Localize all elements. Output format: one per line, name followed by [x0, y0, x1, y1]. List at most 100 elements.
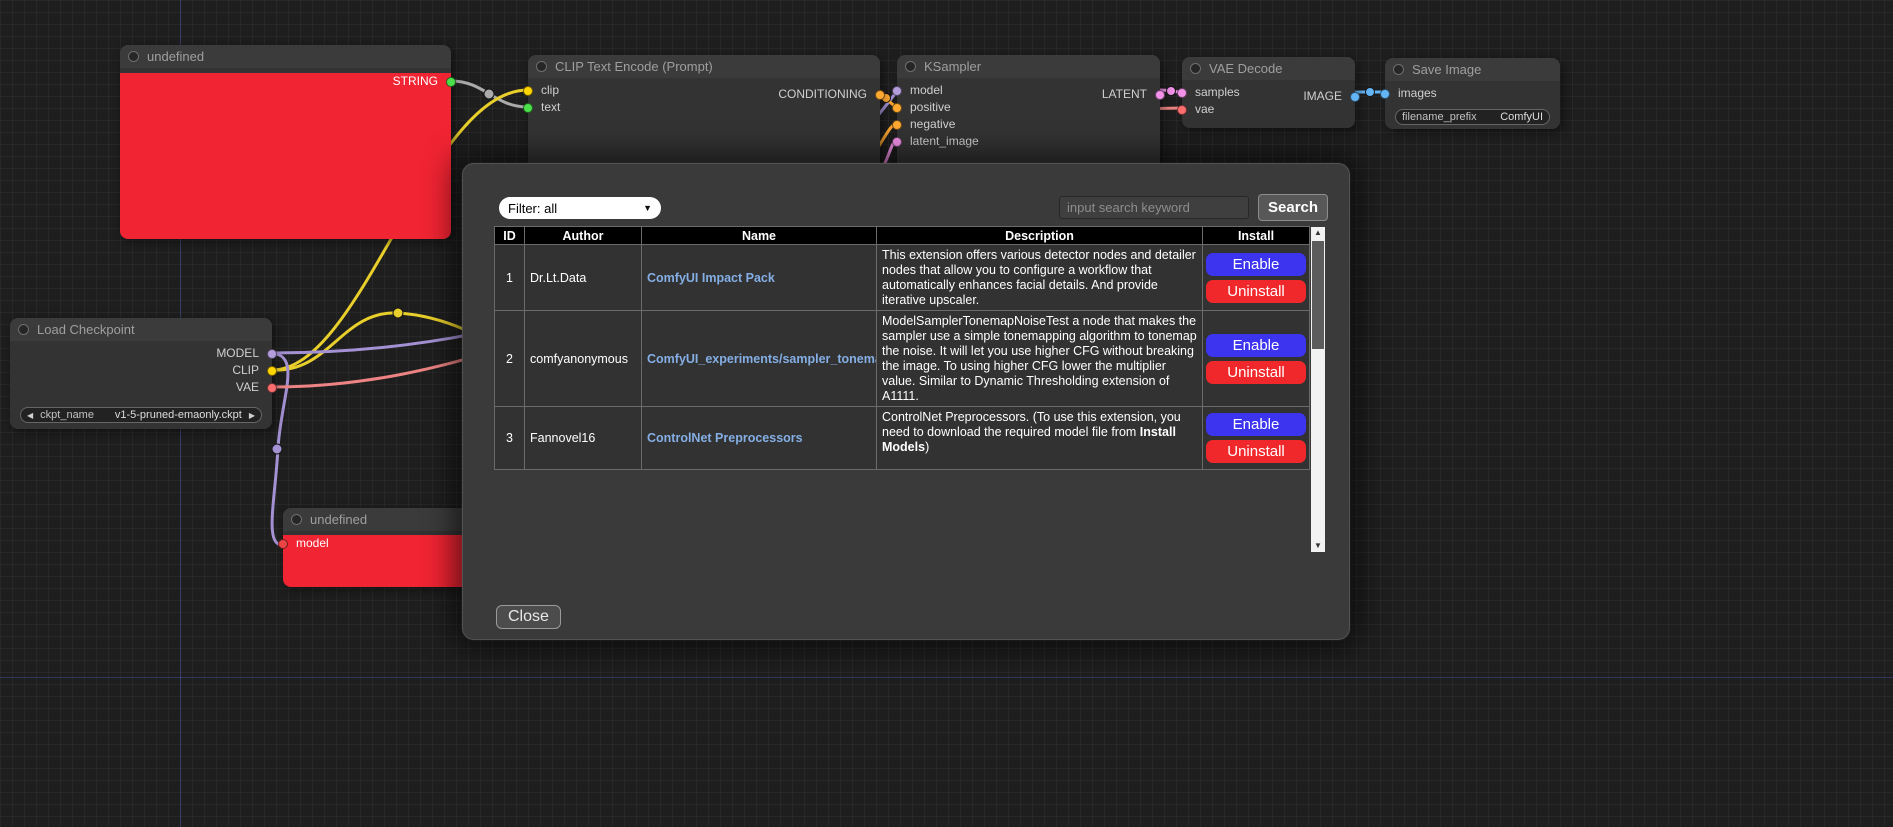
cell-author: Fannovel16 [525, 407, 642, 470]
input-slot-label: text [541, 100, 560, 114]
uninstall-button[interactable]: Uninstall [1206, 440, 1306, 463]
node-undefined-top[interactable]: undefined STRING [120, 45, 451, 239]
input-slot-label: positive [910, 100, 951, 114]
extension-table-header-row: IDAuthorNameDescriptionInstall [495, 227, 1310, 245]
input-dot-latent-image[interactable] [892, 137, 902, 147]
output-dot-vae[interactable] [267, 383, 277, 393]
link-midpoint-dot [1366, 88, 1375, 97]
uninstall-button[interactable]: Uninstall [1206, 361, 1306, 384]
collapse-toggle-icon[interactable] [291, 514, 302, 525]
node-body: images filename_prefix ComfyUI [1385, 85, 1560, 129]
collapse-toggle-icon[interactable] [128, 51, 139, 62]
collapse-toggle-icon[interactable] [18, 324, 29, 335]
node-title-text: undefined [147, 49, 204, 64]
enable-button[interactable]: Enable [1206, 334, 1306, 357]
input-slot-clip: clip [528, 82, 880, 99]
column-header-author: Author [525, 227, 642, 245]
decrement-arrow-icon[interactable]: ◀ [27, 411, 33, 420]
cell-id: 2 [495, 311, 525, 407]
link-midpoint-dot [1167, 87, 1176, 96]
input-slot-label: negative [910, 117, 955, 131]
close-button[interactable]: Close [496, 605, 561, 629]
column-header-install: Install [1203, 227, 1310, 245]
scroll-down-icon[interactable]: ▼ [1311, 540, 1325, 552]
search-button[interactable]: Search [1258, 194, 1328, 221]
cell-description: ModelSamplerTonemapNoiseTest a node that… [877, 311, 1203, 407]
widget-label: filename_prefix [1402, 111, 1477, 123]
cell-author: comfyanonymous [525, 311, 642, 407]
collapse-toggle-icon[interactable] [905, 61, 916, 72]
table-row: 3 Fannovel16 ControlNet Preprocessors Co… [495, 407, 1310, 470]
input-slot-text: text [528, 99, 880, 116]
cell-name: ComfyUI Impact Pack [642, 245, 877, 311]
widget-label: ckpt_name [40, 409, 94, 421]
node-title: undefined [120, 45, 451, 68]
node-vae-decode[interactable]: VAE Decode IMAGE samples vae [1182, 57, 1355, 128]
input-slot-images: images [1385, 85, 1560, 102]
filter-select[interactable]: Filter: all ▼ [499, 197, 661, 219]
table-row: 2 comfyanonymous ComfyUI_experiments/sam… [495, 311, 1310, 407]
collapse-toggle-icon[interactable] [536, 61, 547, 72]
link-midpoint-dot [484, 89, 494, 99]
output-dot-clip[interactable] [267, 366, 277, 376]
search-input[interactable] [1059, 196, 1249, 219]
input-dot-clip[interactable] [523, 86, 533, 96]
scrollbar-thumb[interactable] [1312, 241, 1324, 349]
extension-table-wrap: IDAuthorNameDescriptionInstall 1 Dr.Lt.D… [494, 226, 1309, 470]
column-header-description: Description [877, 227, 1203, 245]
extension-table: IDAuthorNameDescriptionInstall 1 Dr.Lt.D… [494, 226, 1310, 470]
node-title-text: KSampler [924, 59, 981, 74]
ckpt-name-widget[interactable]: ◀ ckpt_name v1-5-pruned-emaonly.ckpt ▶ [20, 407, 262, 423]
cell-name: ComfyUI_experiments/sampler_tonemap [642, 311, 877, 407]
scrollbar[interactable]: ▲ ▼ [1311, 227, 1325, 552]
output-slot-label: CLIP [232, 363, 259, 377]
uninstall-button[interactable]: Uninstall [1206, 280, 1306, 303]
output-slot-clip: CLIP [10, 362, 272, 379]
extension-link[interactable]: ComfyUI_experiments/sampler_tonemap [647, 352, 877, 366]
output-slot-model: MODEL [10, 345, 272, 362]
cell-author: Dr.Lt.Data [525, 245, 642, 311]
input-slot-vae: vae [1182, 101, 1355, 118]
node-body: STRING [120, 73, 451, 239]
chevron-down-icon: ▼ [643, 203, 652, 213]
enable-button[interactable]: Enable [1206, 253, 1306, 276]
input-slot-positive: positive [897, 99, 1160, 116]
cell-install: Enable Uninstall [1203, 245, 1310, 311]
extension-link[interactable]: ControlNet Preprocessors [647, 431, 803, 445]
widget-value: ComfyUI [1500, 111, 1543, 123]
output-dot-model[interactable] [267, 349, 277, 359]
input-dot-model[interactable] [892, 86, 902, 96]
collapse-toggle-icon[interactable] [1393, 64, 1404, 75]
node-load-checkpoint[interactable]: Load Checkpoint MODEL CLIP VAE ◀ ckpt_na… [10, 318, 272, 429]
input-slot-label: samples [1195, 85, 1240, 99]
enable-button[interactable]: Enable [1206, 413, 1306, 436]
column-header-id: ID [495, 227, 525, 245]
input-dot-negative[interactable] [892, 120, 902, 130]
input-dot-images[interactable] [1380, 89, 1390, 99]
filename-prefix-widget[interactable]: filename_prefix ComfyUI [1395, 109, 1550, 125]
cell-id: 1 [495, 245, 525, 311]
node-body: IMAGE samples vae [1182, 84, 1355, 128]
scroll-up-icon[interactable]: ▲ [1311, 227, 1325, 239]
extension-link[interactable]: ComfyUI Impact Pack [647, 271, 775, 285]
output-slot-label: VAE [236, 380, 259, 394]
node-title-text: undefined [310, 512, 367, 527]
filter-select-value: Filter: all [508, 201, 557, 216]
input-dot-positive[interactable] [892, 103, 902, 113]
input-slot-label: model [296, 536, 329, 550]
input-dot-samples[interactable] [1177, 88, 1187, 98]
increment-arrow-icon[interactable]: ▶ [249, 411, 255, 420]
input-slot-negative: negative [897, 116, 1160, 133]
collapse-toggle-icon[interactable] [1190, 63, 1201, 74]
node-save-image[interactable]: Save Image images filename_prefix ComfyU… [1385, 58, 1560, 129]
custom-nodes-manager-dialog: Filter: all ▼ Search IDAuthorNameDescrip… [462, 163, 1350, 640]
output-dot-string[interactable] [446, 77, 456, 87]
link-midpoint-dot [393, 308, 403, 318]
node-title: KSampler [897, 55, 1160, 78]
node-title-text: VAE Decode [1209, 61, 1282, 76]
input-dot-text[interactable] [523, 103, 533, 113]
input-dot-vae[interactable] [1177, 105, 1187, 115]
input-dot-model[interactable] [278, 539, 288, 549]
extension-table-body: 1 Dr.Lt.Data ComfyUI Impact Pack This ex… [495, 245, 1310, 470]
input-slot-label: vae [1195, 102, 1214, 116]
